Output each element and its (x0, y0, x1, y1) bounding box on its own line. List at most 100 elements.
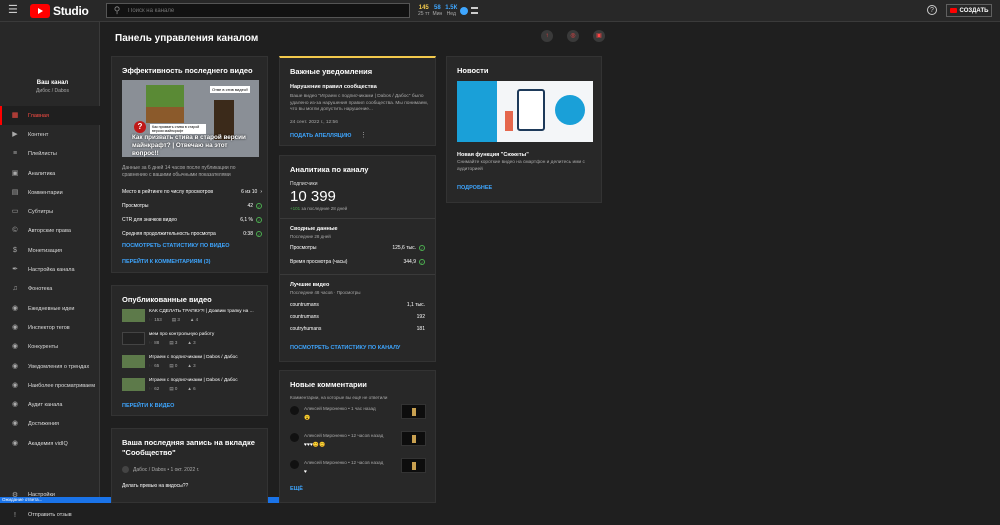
list-item[interactable]: Играем с подписчиками | Dabos / Дабос ☞ 6… (122, 355, 262, 378)
metric-row[interactable]: Место в рейтинге по числу просмотров 6 из… (122, 185, 262, 199)
comment-item[interactable]: Алексей Мироненко • 12 часов назад ♥ (290, 458, 430, 480)
subtitles-icon: ▭ (11, 208, 19, 216)
likes-count: ▲ 4 (189, 317, 199, 322)
sidebar-item-feedback[interactable]: ! Отправить отзыв (0, 505, 100, 525)
list-item[interactable]: Играем с подписчиками | Dabos / Дабос ☞ 6… (122, 378, 262, 401)
create-button[interactable]: СОЗДАТЬ (946, 4, 992, 17)
list-item[interactable]: мем про контрольную работу ☞ 88 ▤ 3 ▲ 3 (122, 332, 262, 355)
sidebar-item-playlists[interactable]: ≡ Плейлисты (0, 145, 100, 164)
list-item[interactable]: КАК СДЕЛАТЬ ТРАПКУ?! | Доавим трапку на … (122, 309, 262, 332)
subscribers-change: +101 за последние 28 дней (290, 206, 348, 211)
hamburger-menu-icon[interactable]: ☰ (8, 5, 20, 16)
sidebar-item-channel-audit[interactable]: ◉ Аудит канала (0, 395, 100, 414)
sidebar-item-tag-inspector[interactable]: ◉ Инспектор тегов (0, 318, 100, 337)
brush-icon: ✒ (12, 266, 18, 274)
sidebar-item-monetization[interactable]: $ Монетизация (0, 241, 100, 260)
channel-info: Ваш канал Дибос / Dabos (0, 80, 100, 94)
sidebar-item-vidiq-academy[interactable]: ◉ Академия vidIQ (0, 434, 100, 453)
card-title: Ваша последняя запись на вкладке "Сообще… (122, 438, 255, 457)
video-thumbnail (401, 404, 426, 419)
sidebar-item-customization[interactable]: ✒ Настройка канала (0, 260, 100, 279)
top-videos-period: Последние 48 часов · Просмотры (290, 290, 361, 295)
extension-icon: ◉ (11, 420, 19, 428)
sidebar-item-daily-ideas[interactable]: ◉ Ежедневные идеи (0, 299, 100, 318)
go-to-videos-link[interactable]: ПЕРЕЙТИ К ВИДЕО (122, 403, 174, 409)
sidebar-item-copyright[interactable]: © Авторские права (0, 222, 100, 241)
more-options-icon[interactable]: ⋮ (360, 131, 367, 139)
metric-row: CTR для значков видео 6,1 % ✓ (122, 217, 262, 223)
sidebar-item-analytics[interactable]: ▣ Аналитика (0, 164, 100, 183)
sidebar: Ваш канал Дибос / Dabos ▦ Главная ▶ Контен… (0, 22, 100, 519)
extension-icon: ◉ (11, 381, 19, 389)
comment-item[interactable]: Алексей Мироненко • 12 часов назад ♥♥♥😊😊 (290, 431, 430, 453)
help-icon[interactable]: ? (927, 5, 937, 15)
menu-lines-icon[interactable] (471, 7, 479, 14)
sidebar-item-comments[interactable]: ▤ Комментарии (0, 183, 100, 202)
top-video-row[interactable]: countrumans 192 (290, 314, 425, 320)
video-list: КАК СДЕЛАТЬ ТРАПКУ?! | Доавим трапку на … (122, 309, 262, 401)
views-count: ☞ 153 (149, 317, 162, 322)
channel-name: Ваш канал (36, 80, 69, 86)
vidiq-stats[interactable]: 145 25 тт 58 Мин 1.5К Нед (418, 3, 479, 18)
views-count: ☞ 88 (149, 340, 160, 345)
sidebar-item-content[interactable]: ▶ Контент (0, 125, 100, 144)
alert-date: 24 сент. 2022 г., 12:56 (290, 120, 338, 125)
analytics-icon: ▣ (11, 169, 19, 177)
top-video-row[interactable]: coutryhumans 181 (290, 326, 425, 332)
more-comments-link[interactable]: ЕЩЁ (290, 486, 303, 492)
news-subtitle: Новая функция "Сюжеты" (457, 152, 529, 158)
sidebar-item-competitors[interactable]: ◉ Конкуренты (0, 338, 100, 357)
speech-bubble: Как призвать стива в старой версии майнк… (150, 124, 206, 134)
speech-bubble: Отве в стив видео!! (210, 86, 251, 93)
sidebar-item-dashboard[interactable]: ▦ Главная (0, 106, 100, 126)
minecraft-block-image (146, 85, 184, 123)
sidebar-item-subtitles[interactable]: ▭ Субтитры (0, 202, 100, 221)
metric-row: Просмотры 42 ✓ (122, 203, 262, 209)
video-camera-icon (949, 8, 957, 13)
search-icon[interactable]: ⚲ (110, 5, 124, 16)
sidebar-item-trend-alerts[interactable]: ◉ Уведомления о трендах (0, 357, 100, 376)
live-stream-icon[interactable]: ◎ (567, 30, 579, 42)
video-thumbnail[interactable]: Отве в стив видео!! Как призвать стива в… (122, 80, 259, 157)
new-comments-card: Новые комментарии Комментарии, на которы… (279, 370, 436, 503)
likes-count: ▲ 6 (187, 386, 196, 391)
news-body: Снимайте короткие видео на смартфон и де… (457, 160, 585, 172)
vidiq-icon[interactable] (460, 6, 469, 15)
video-thumbnail (122, 355, 145, 368)
sidebar-item-achievements[interactable]: ◉ Достижения (0, 415, 100, 434)
video-thumbnail (122, 309, 145, 322)
studio-logo[interactable]: Studio (30, 4, 89, 18)
divider (280, 218, 435, 219)
sidebar-item-most-viewed[interactable]: ◉ Наиболее просматриваем (0, 376, 100, 395)
upload-icon[interactable]: ↑ (541, 30, 553, 42)
learn-more-link[interactable]: ПОДРОБНЕЕ (457, 185, 492, 191)
extension-icon: ◉ (11, 401, 19, 409)
check-icon: ✓ (256, 231, 262, 237)
video-thumbnail (401, 458, 426, 473)
top-video-row[interactable]: countrumans 1,1 тыс. (290, 302, 425, 308)
card-title: Важные уведомления (290, 67, 373, 76)
playlist-icon: ≡ (12, 150, 18, 158)
post-icon[interactable]: ▣ (593, 30, 605, 42)
search-box[interactable]: ⚲ (106, 3, 410, 18)
metric-row: Средняя продолжительность просмотра 0:38 ✓ (122, 231, 262, 237)
extension-icon: ◉ (11, 323, 19, 331)
chevron-right-icon: › (260, 189, 262, 195)
comments-count: ▤ 3 (171, 317, 180, 322)
sidebar-item-audio-library[interactable]: ♫ Фонотека (0, 280, 100, 299)
comment-item[interactable]: Алексей Мироненко • 1 час назад 😮 (290, 404, 430, 426)
likes-count: ▲ 3 (187, 340, 196, 345)
appeal-link[interactable]: ПОДАТЬ АПЕЛЛЯЦИЮ (290, 133, 351, 139)
video-stats-link[interactable]: ПОСМОТРЕТЬ СТАТИСТИКУ ПО ВИДЕО (122, 243, 230, 249)
channel-stats-link[interactable]: ПОСМОТРЕТЬ СТАТИСТИКУ ПО КАНАЛУ (290, 345, 400, 351)
latest-video-card: Эффективность последнего видео Отве в ст… (111, 56, 268, 273)
search-input[interactable] (128, 7, 408, 14)
top-videos-title: Лучшие видео (290, 282, 330, 288)
comments-link[interactable]: ПЕРЕЙТИ К КОММЕНТАРИЯМ (3) (122, 259, 210, 265)
check-icon: ✓ (256, 203, 262, 209)
alert-body: Ваше видео "Играем с подписчиками | Dabo… (290, 94, 429, 112)
comments-count: ▤ 0 (169, 386, 178, 391)
content-icon: ▶ (12, 130, 18, 138)
check-icon: ✓ (419, 245, 425, 251)
video-thumbnail (122, 332, 145, 345)
